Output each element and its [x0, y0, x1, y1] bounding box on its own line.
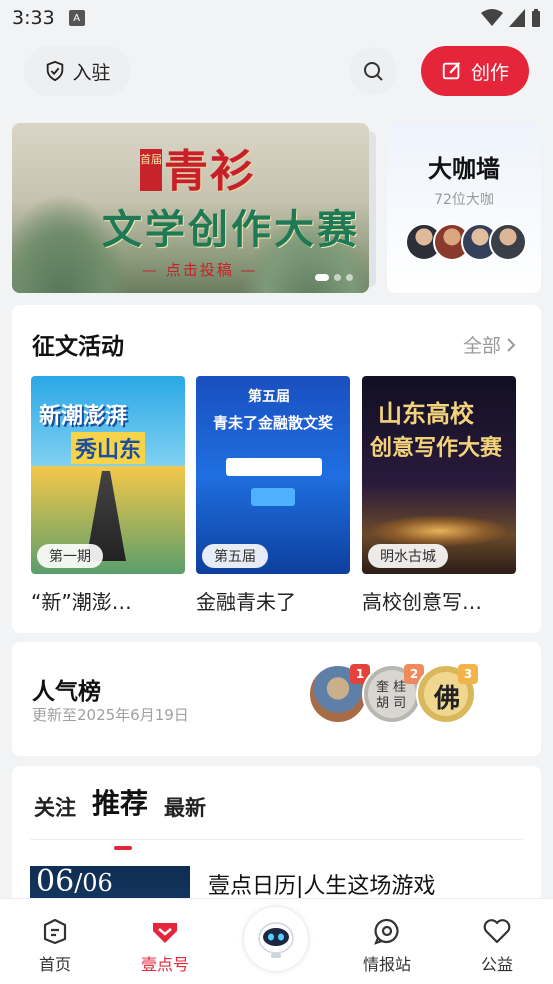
- essay-label: 高校创意写…: [362, 590, 482, 614]
- carousel-dots: [315, 274, 353, 281]
- carousel-dot[interactable]: [315, 274, 329, 281]
- poster-title: 新潮澎湃: [39, 403, 128, 429]
- nav-yidian[interactable]: 壹点号: [120, 899, 210, 984]
- nav-intel-label: 情报站: [362, 955, 411, 974]
- tab-recommend[interactable]: 推荐: [92, 782, 148, 850]
- essay-item[interactable]: 第五届 青未了金融散文奖 第五届 金融青未了: [196, 376, 350, 615]
- poster-stripe: [251, 488, 295, 506]
- thumb-date2: 06: [82, 869, 113, 897]
- nav-home-label: 首页: [38, 955, 71, 974]
- banner-title-line2: 文学创作大赛: [102, 206, 360, 253]
- divider: [30, 839, 523, 840]
- rank-number: 3: [458, 664, 478, 684]
- poster-subtitle: 创意写作大赛: [370, 435, 503, 461]
- nav-home[interactable]: 首页: [10, 899, 100, 984]
- edit-icon: [442, 61, 461, 80]
- nav-yidian-label: 壹点号: [140, 955, 189, 974]
- wifi-icon: [481, 9, 503, 26]
- poster-city-lights: [372, 516, 506, 546]
- banner-title: 青衫: [164, 146, 256, 197]
- essay-badge: 第五届: [202, 544, 268, 568]
- status-icons: [481, 9, 541, 27]
- essay-item[interactable]: 新潮澎湃 秀山东 第一期 “新”潮澎…: [31, 376, 185, 615]
- banner-stack-edge: [369, 131, 376, 287]
- robot-icon: [258, 922, 294, 958]
- heart-icon: [483, 919, 511, 944]
- tab-follow[interactable]: 关注: [34, 792, 76, 822]
- chevron-right-icon: [507, 337, 516, 352]
- rank-avatar[interactable]: 奎 桂胡 司 2: [362, 664, 424, 724]
- banner-subtitle: — 点击投稿 —: [142, 261, 258, 279]
- thumb-date: 06: [36, 864, 75, 899]
- carousel-dot[interactable]: [346, 274, 353, 281]
- poster-stripe: [226, 458, 322, 476]
- shield-check-icon: [47, 60, 64, 82]
- nav-charity[interactable]: 公益: [452, 899, 542, 984]
- create-label: 创作: [470, 61, 509, 84]
- essay-label: “新”潮澎…: [31, 590, 132, 614]
- intel-icon: [374, 918, 399, 945]
- essay-badge: 明水古城: [368, 544, 448, 568]
- search-icon: [364, 62, 383, 81]
- rank-updated: 更新至2025年6月19日: [32, 706, 189, 724]
- essay-poster: 新潮澎湃 秀山东 第一期: [31, 376, 185, 574]
- essay-badge: 第一期: [37, 544, 103, 568]
- poster-subtitle: 秀山东: [71, 432, 146, 464]
- join-button[interactable]: 入驻: [24, 46, 131, 96]
- create-button[interactable]: 创作: [421, 46, 529, 96]
- battery-icon: [532, 9, 540, 27]
- feed-tabs: 关注 推荐 最新: [34, 782, 206, 850]
- avatar-calligraphy: 奎 桂胡 司: [376, 680, 407, 711]
- bottom-nav: 首页 壹点号 情报站 公益: [0, 898, 553, 984]
- signal-icon: [509, 9, 525, 27]
- poster-title: 山东高校: [378, 399, 474, 428]
- expert-wall-card[interactable]: 大咖墙 72位大咖: [387, 123, 541, 293]
- popularity-rank-card[interactable]: 人气榜 更新至2025年6月19日 1 奎 桂胡 司 2 佛 3: [12, 642, 541, 756]
- search-button[interactable]: [349, 47, 397, 95]
- status-bar: 3:33 A: [0, 0, 553, 36]
- rank-title: 人气榜: [32, 679, 101, 705]
- essay-poster: 第五届 青未了金融散文奖 第五届: [196, 376, 350, 574]
- home-icon: [43, 918, 67, 945]
- contest-banner[interactable]: 首届 青衫 文学创作大赛 — 点击投稿 —: [12, 123, 369, 293]
- article-title[interactable]: 壹点日历|人生这场游戏: [208, 868, 435, 900]
- nav-intel[interactable]: 情报站: [342, 899, 432, 984]
- poster-title: 第五届: [248, 389, 290, 405]
- poster-subtitle: 青未了金融散文奖: [212, 414, 333, 432]
- yidian-icon: [153, 923, 177, 943]
- essay-item[interactable]: 山东高校 创意写作大赛 明水古城 高校创意写…: [362, 376, 516, 615]
- notification-icon: A: [68, 10, 85, 26]
- avatar: [489, 223, 527, 261]
- top-bar: 入驻 创作: [0, 44, 553, 98]
- expert-wall-count: 72位大咖: [434, 192, 494, 208]
- carousel-dot[interactable]: [334, 274, 341, 281]
- join-label: 入驻: [72, 61, 111, 84]
- nav-charity-label: 公益: [480, 955, 513, 974]
- essay-activities-card: 征文活动 全部 新潮澎湃 秀山东 第一期 “新”潮澎… 第五届 青未了金融散文奖…: [12, 305, 541, 633]
- view-all-label: 全部: [462, 335, 501, 357]
- tab-latest[interactable]: 最新: [164, 792, 206, 822]
- avatar-calligraphy: 佛: [434, 684, 461, 714]
- expert-avatars: [405, 223, 527, 263]
- essay-section-title: 征文活动: [32, 334, 124, 360]
- status-time: 3:33: [12, 7, 55, 29]
- banner-tag: 首届: [140, 149, 162, 191]
- rank-avatar[interactable]: 1: [308, 664, 370, 724]
- essay-poster: 山东高校 创意写作大赛 明水古城: [362, 376, 516, 574]
- view-all-link[interactable]: 全部: [463, 331, 517, 358]
- essay-label: 金融青未了: [196, 590, 296, 614]
- expert-wall-title: 大咖墙: [428, 155, 500, 183]
- ai-assistant-button[interactable]: [244, 907, 308, 971]
- rank-avatar[interactable]: 佛 3: [416, 664, 478, 724]
